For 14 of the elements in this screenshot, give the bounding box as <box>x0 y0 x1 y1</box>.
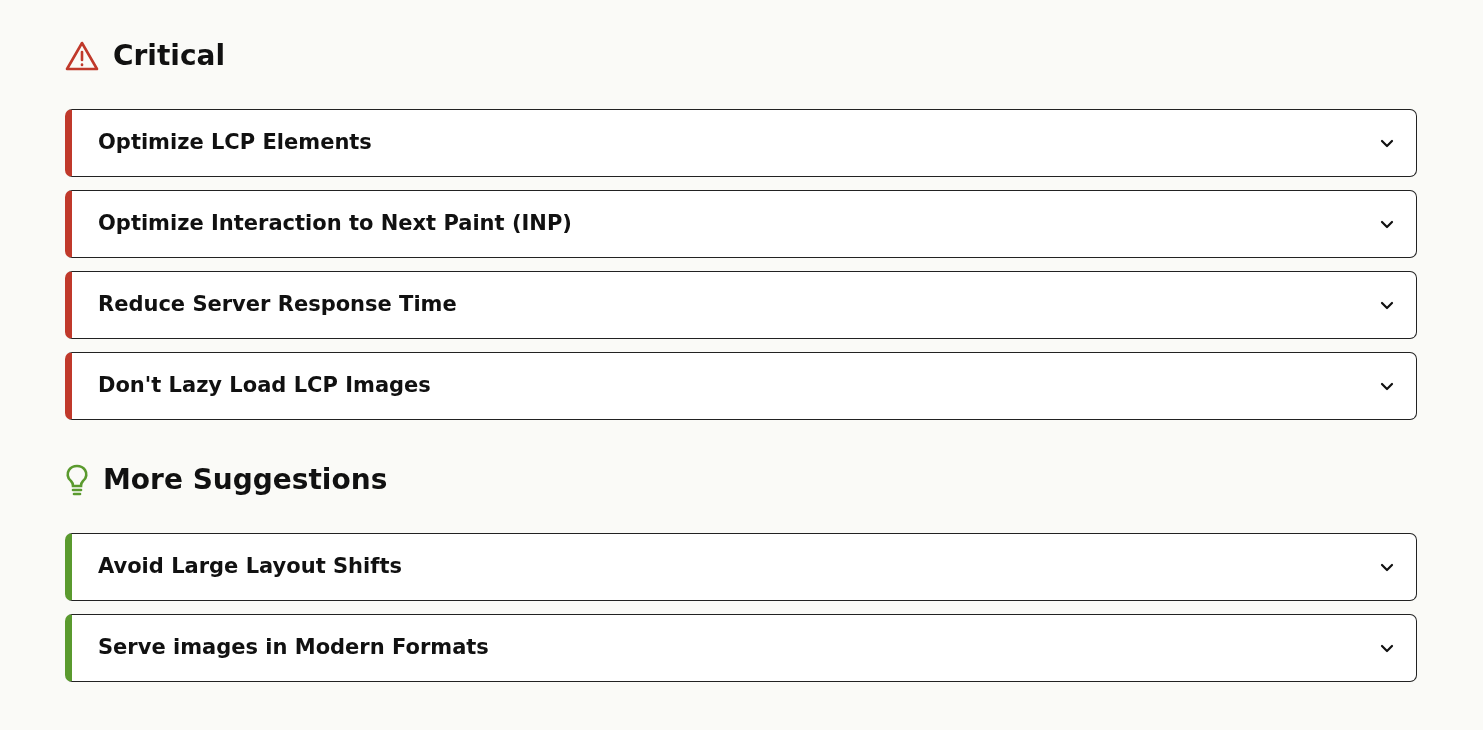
chevron-down-icon <box>1380 300 1394 310</box>
chevron-down-icon <box>1380 138 1394 148</box>
section-heading: More Suggestions <box>103 462 388 498</box>
accordion-item[interactable]: Optimize LCP Elements <box>65 109 1417 177</box>
chevron-down-icon <box>1380 562 1394 572</box>
accordion-item[interactable]: Serve images in Modern Formats <box>65 614 1417 682</box>
chevron-down-icon <box>1380 381 1394 391</box>
section-heading: Critical <box>113 38 226 74</box>
accordion-item[interactable]: Reduce Server Response Time <box>65 271 1417 339</box>
chevron-down-icon <box>1380 219 1394 229</box>
chevron-down-icon <box>1380 643 1394 653</box>
accordion-item[interactable]: Optimize Interaction to Next Paint (INP) <box>65 190 1417 258</box>
accordion-item[interactable]: Avoid Large Layout Shifts <box>65 533 1417 601</box>
accordion-item[interactable]: Don't Lazy Load LCP Images <box>65 352 1417 420</box>
